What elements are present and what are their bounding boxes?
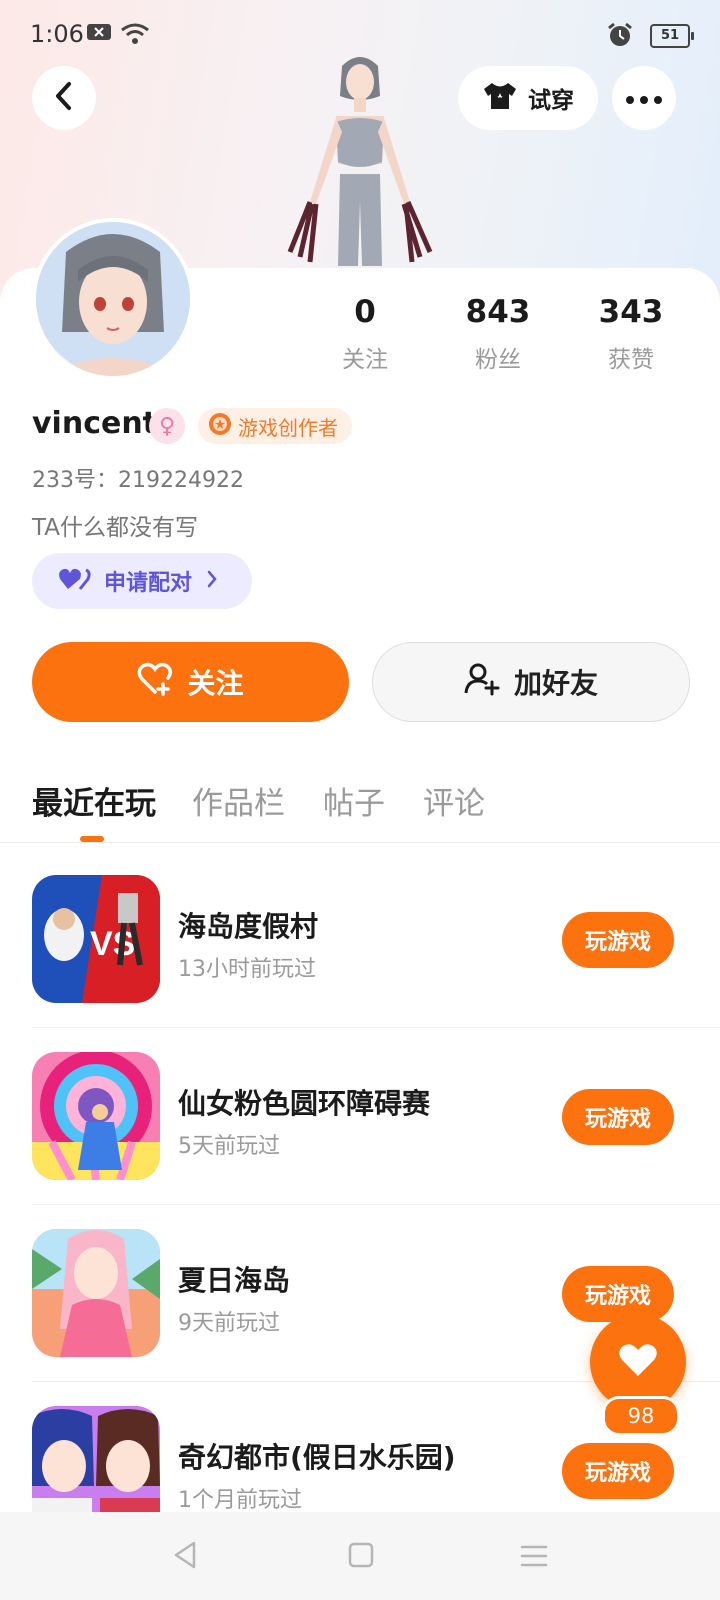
stat-value: 843	[465, 294, 531, 330]
heart-icon	[618, 1342, 658, 1382]
game-played-time: 1个月前玩过	[178, 1488, 302, 1513]
play-game-button[interactable]: 玩游戏	[562, 1266, 674, 1322]
game-thumbnail[interactable]: VS	[32, 875, 160, 1003]
stat-following[interactable]: 0 关注	[310, 294, 420, 374]
user-bio: TA什么都没有写	[32, 515, 198, 541]
creator-badge-icon	[208, 412, 232, 441]
game-thumbnail[interactable]	[32, 1229, 160, 1357]
game-played-time: 9天前玩过	[178, 1311, 280, 1336]
notification-icon	[86, 22, 112, 46]
avatar-3d-figure[interactable]	[270, 52, 450, 272]
follow-label: 关注	[187, 667, 244, 700]
add-user-icon	[464, 662, 500, 703]
tab-recently-played[interactable]: 最近在玩	[32, 778, 156, 823]
list-divider	[32, 1027, 720, 1028]
more-options-button[interactable]	[612, 66, 676, 130]
tab-posts[interactable]: 帖子	[323, 778, 385, 823]
stat-fans[interactable]: 843 粉丝	[443, 294, 553, 374]
stat-label: 获赞	[608, 347, 654, 373]
chevron-left-icon	[53, 81, 75, 115]
play-game-button[interactable]: 玩游戏	[562, 1443, 674, 1499]
add-friend-label: 加好友	[513, 667, 598, 700]
try-on-label: 试穿	[528, 88, 574, 114]
stat-value: 0	[354, 294, 376, 330]
game-played-time: 13小时前玩过	[178, 957, 316, 982]
play-game-button[interactable]: 玩游戏	[562, 912, 674, 968]
list-item[interactable]: 仙女粉色圆环障碍赛 5天前玩过 玩游戏	[32, 1052, 688, 1228]
stat-value: 343	[598, 294, 664, 330]
tab-divider	[0, 842, 720, 843]
svg-text:VS: VS	[90, 925, 135, 963]
game-title: 奇幻都市(假日水乐园)	[178, 1441, 456, 1474]
stat-likes[interactable]: 343 获赞	[576, 294, 686, 374]
tshirt-icon	[482, 81, 518, 115]
try-on-button[interactable]: 试穿	[458, 66, 598, 130]
stat-label: 关注	[342, 347, 388, 373]
list-item[interactable]: 夏日海岛 9天前玩过 玩游戏	[32, 1229, 688, 1405]
game-played-time: 5天前玩过	[178, 1134, 280, 1159]
game-title: 仙女粉色圆环障碍赛	[178, 1087, 431, 1120]
creator-badge[interactable]: 游戏创作者	[198, 408, 352, 444]
wifi-icon	[120, 22, 150, 50]
chevron-right-icon	[206, 569, 218, 594]
back-button[interactable]	[32, 66, 96, 130]
more-dots-icon	[626, 89, 662, 108]
profile-avatar[interactable]	[32, 218, 194, 380]
home-square-icon[interactable]	[348, 1542, 374, 1572]
apply-pair-label: 申请配对	[104, 571, 193, 596]
like-count-badge: 98	[602, 1396, 680, 1436]
list-divider	[32, 1204, 720, 1205]
system-nav-bar	[0, 1512, 720, 1600]
recents-menu-icon[interactable]	[520, 1544, 548, 1572]
play-game-button[interactable]: 玩游戏	[562, 1089, 674, 1145]
female-gender-icon: ♀	[149, 408, 185, 444]
apply-pair-button[interactable]: 申请配对	[32, 553, 252, 609]
game-title: 海岛度假村	[178, 910, 319, 943]
add-friend-button[interactable]: 加好友	[372, 642, 690, 722]
back-triangle-icon[interactable]	[172, 1540, 198, 1574]
user-id: 233号：219224922	[32, 468, 244, 493]
follow-button[interactable]: 关注	[32, 642, 349, 722]
game-title: 夏日海岛	[178, 1264, 291, 1297]
username: vincent	[32, 406, 158, 441]
game-thumbnail[interactable]	[32, 1052, 160, 1180]
tab-comments[interactable]: 评论	[423, 778, 485, 823]
list-item[interactable]: VS 海岛度假村 13小时前玩过 玩游戏	[32, 875, 688, 1051]
creator-badge-label: 游戏创作者	[238, 415, 338, 440]
alarm-icon	[606, 22, 634, 52]
heart-plus-icon	[137, 662, 173, 703]
hearts-icon	[58, 565, 92, 597]
battery-indicator: 51	[650, 24, 694, 48]
stat-label: 粉丝	[475, 347, 521, 373]
tab-works[interactable]: 作品栏	[192, 778, 285, 823]
status-time: 1:06	[30, 20, 84, 48]
